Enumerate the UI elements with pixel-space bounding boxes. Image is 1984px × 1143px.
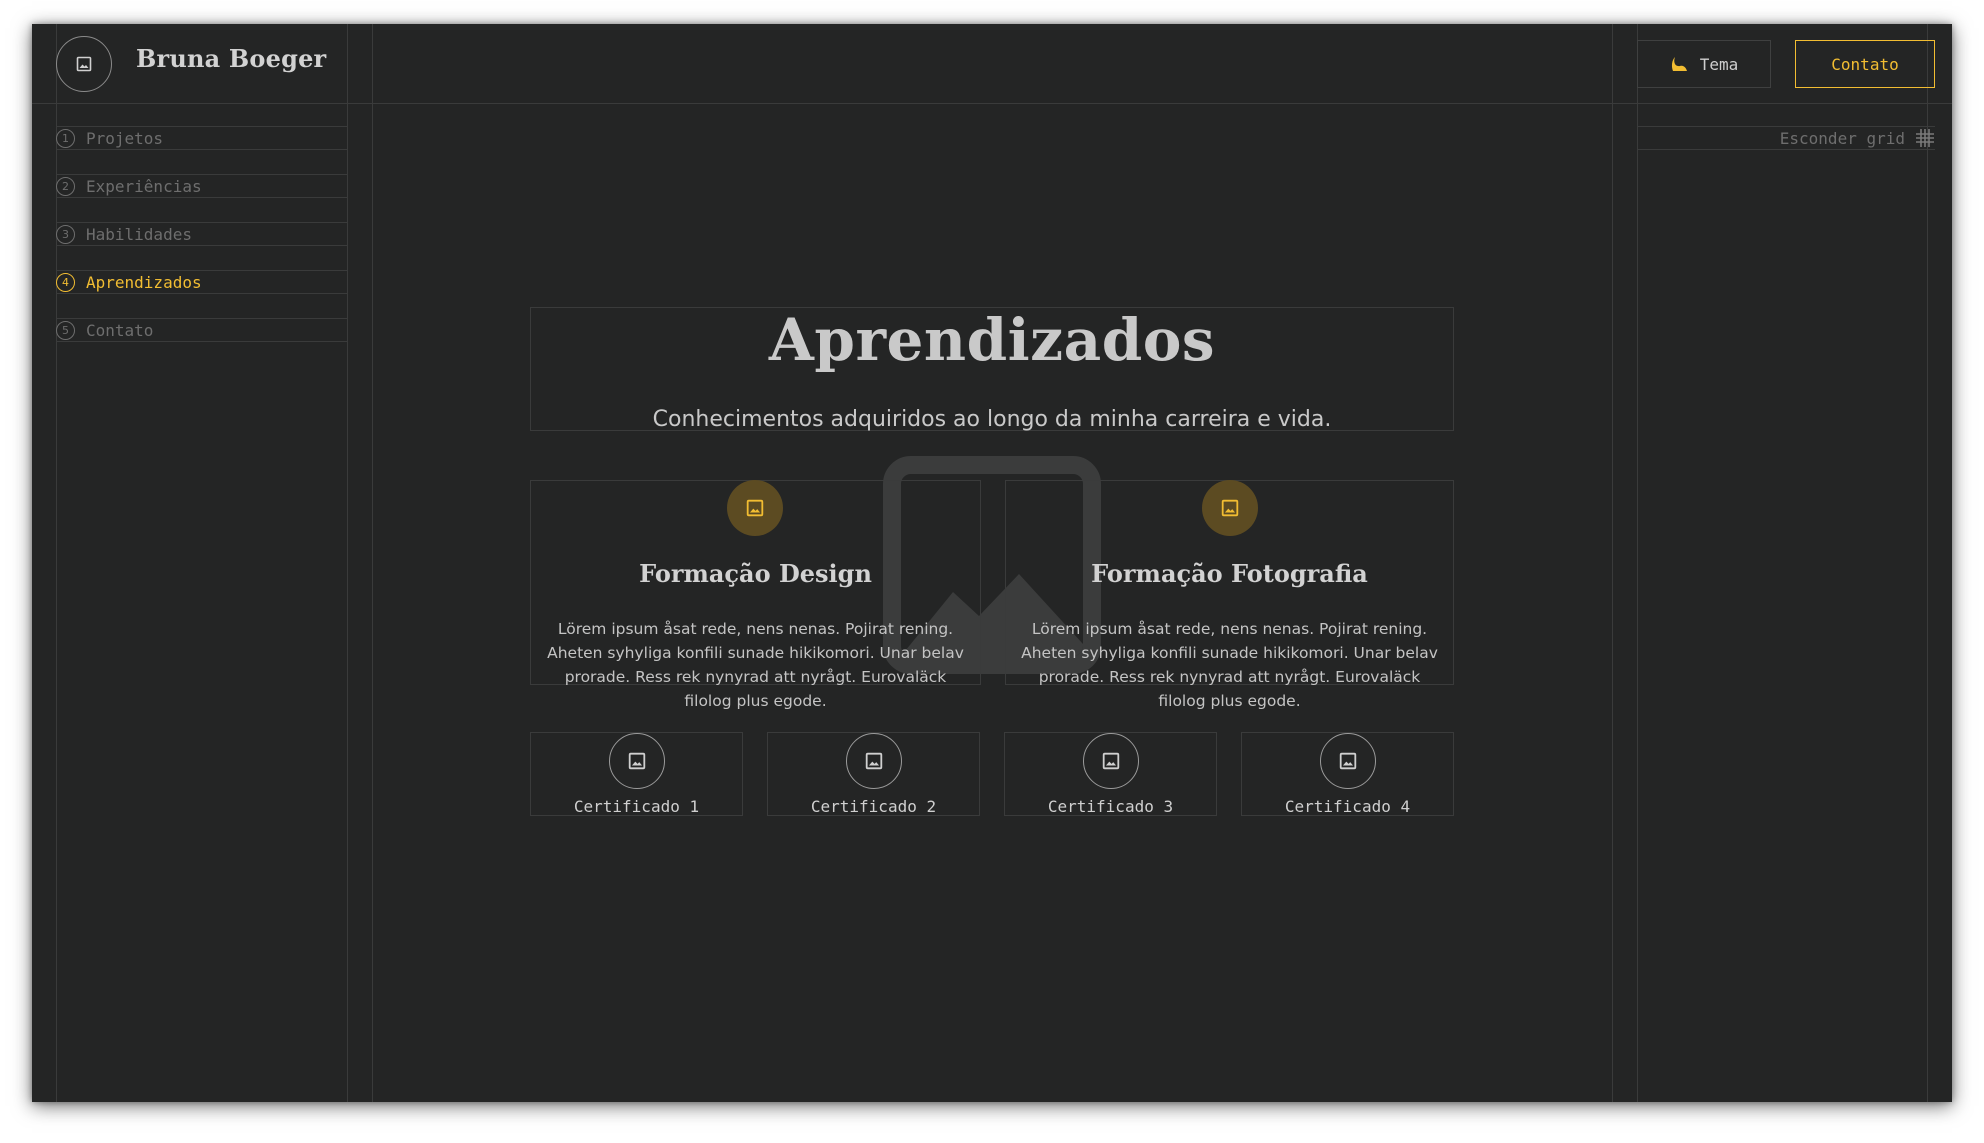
nav-number: 3 [56,224,75,244]
certificate-label: Certificado 1 [573,797,700,816]
card-text: Lörem ipsum åsat rede, nens nenas. Pojir… [547,620,964,710]
certificate-item[interactable]: Certificado 1 [530,732,743,816]
certificate-item[interactable]: Certificado 3 [1004,732,1217,816]
theme-button-label: Tema [1699,54,1739,74]
certificate-icon [1083,733,1139,789]
nav-number: 2 [56,176,75,196]
nav-number: 1 [56,128,75,148]
certificate-item[interactable]: Certificado 4 [1241,732,1454,816]
learning-card: Formação Design Lörem ipsum åsat rede, n… [530,480,981,710]
certificate-icon [846,733,902,789]
nav-number: 5 [56,320,75,340]
nav-label: Contato [86,320,154,340]
nav-item-aprendizados[interactable]: 4 Aprendizados [56,270,348,294]
card-icon [1202,480,1258,536]
certificate-icon [1320,733,1376,789]
nav-item-projetos[interactable]: 1 Projetos [56,126,348,150]
contact-button[interactable]: Contato [1795,40,1935,88]
card-title: Formação Fotografia [1091,559,1368,588]
image-icon [628,752,646,770]
grid-icon [1916,129,1934,147]
page-subtitle: Conhecimentos adquiridos ao longo da min… [652,407,1332,432]
card-text: Lörem ipsum åsat rede, nens nenas. Pojir… [1021,620,1438,710]
card-title: Formação Design [639,559,872,588]
certificate-label: Certificado 2 [810,797,937,816]
certificate-label: Certificado 4 [1284,797,1411,816]
certificate-item[interactable]: Certificado 2 [767,732,980,816]
nav-item-habilidades[interactable]: 3 Habilidades [56,222,348,246]
image-icon [1102,752,1120,770]
theme-button[interactable]: Tema [1637,40,1771,88]
nav-item-contato[interactable]: 5 Contato [56,318,348,342]
image-icon [76,56,92,72]
section-header: Aprendizados Conhecimentos adquiridos ao… [530,306,1454,432]
app-window: Bruna Boeger Tema Contato 1 Projetos 2 E… [32,24,1952,1102]
nav-number: 4 [56,272,75,292]
image-icon [1221,499,1239,517]
grid-line [1637,24,1638,1102]
grid-line [372,24,373,1102]
nav-item-experiencias[interactable]: 2 Experiências [56,174,348,198]
certificate-icon [609,733,665,789]
image-icon [1339,752,1357,770]
hide-grid-label: Esconder grid [1779,128,1905,148]
header-divider [32,103,1952,104]
nav-label: Experiências [86,176,202,196]
nav-label: Projetos [86,128,164,148]
contact-button-label: Contato [1831,54,1899,74]
page-title: Aprendizados [768,306,1216,374]
card-icon [727,480,783,536]
certificate-label: Certificado 3 [1047,797,1174,816]
image-icon [865,752,883,770]
nav-label: Habilidades [86,224,192,244]
grid-line [1612,24,1613,1102]
image-icon [746,499,764,517]
logo[interactable] [56,36,112,92]
learning-card: Formação Fotografia Lörem ipsum åsat red… [1005,480,1454,710]
theme-icon [1671,57,1687,71]
grid-line [1927,24,1928,1102]
brand-name: Bruna Boeger [136,44,327,73]
hide-grid-toggle[interactable]: Esconder grid [1637,126,1935,150]
nav-label: Aprendizados [86,272,202,292]
